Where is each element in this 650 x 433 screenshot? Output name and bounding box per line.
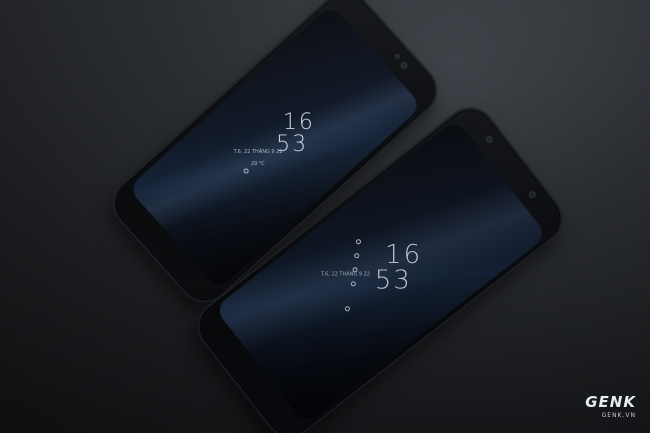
weather-line: 29 °C	[250, 160, 265, 167]
genk-logo: GENK	[585, 393, 636, 411]
date-line: T.6, 22 THÁNG 9 22	[321, 271, 370, 278]
genk-site: GENK.VN	[601, 412, 636, 419]
clock-hour: 16	[385, 239, 423, 270]
genk-watermark: GENK GENK.VN	[585, 393, 636, 419]
clock-minute: 53	[374, 265, 412, 296]
date-line: T.6, 22 THÁNG 9 22	[233, 149, 283, 156]
photo-scene: 16 53 T.6, 22 THÁNG 9 22 29 °C 16 53 T.6…	[0, 0, 650, 433]
clock-hour: 16	[282, 109, 315, 135]
